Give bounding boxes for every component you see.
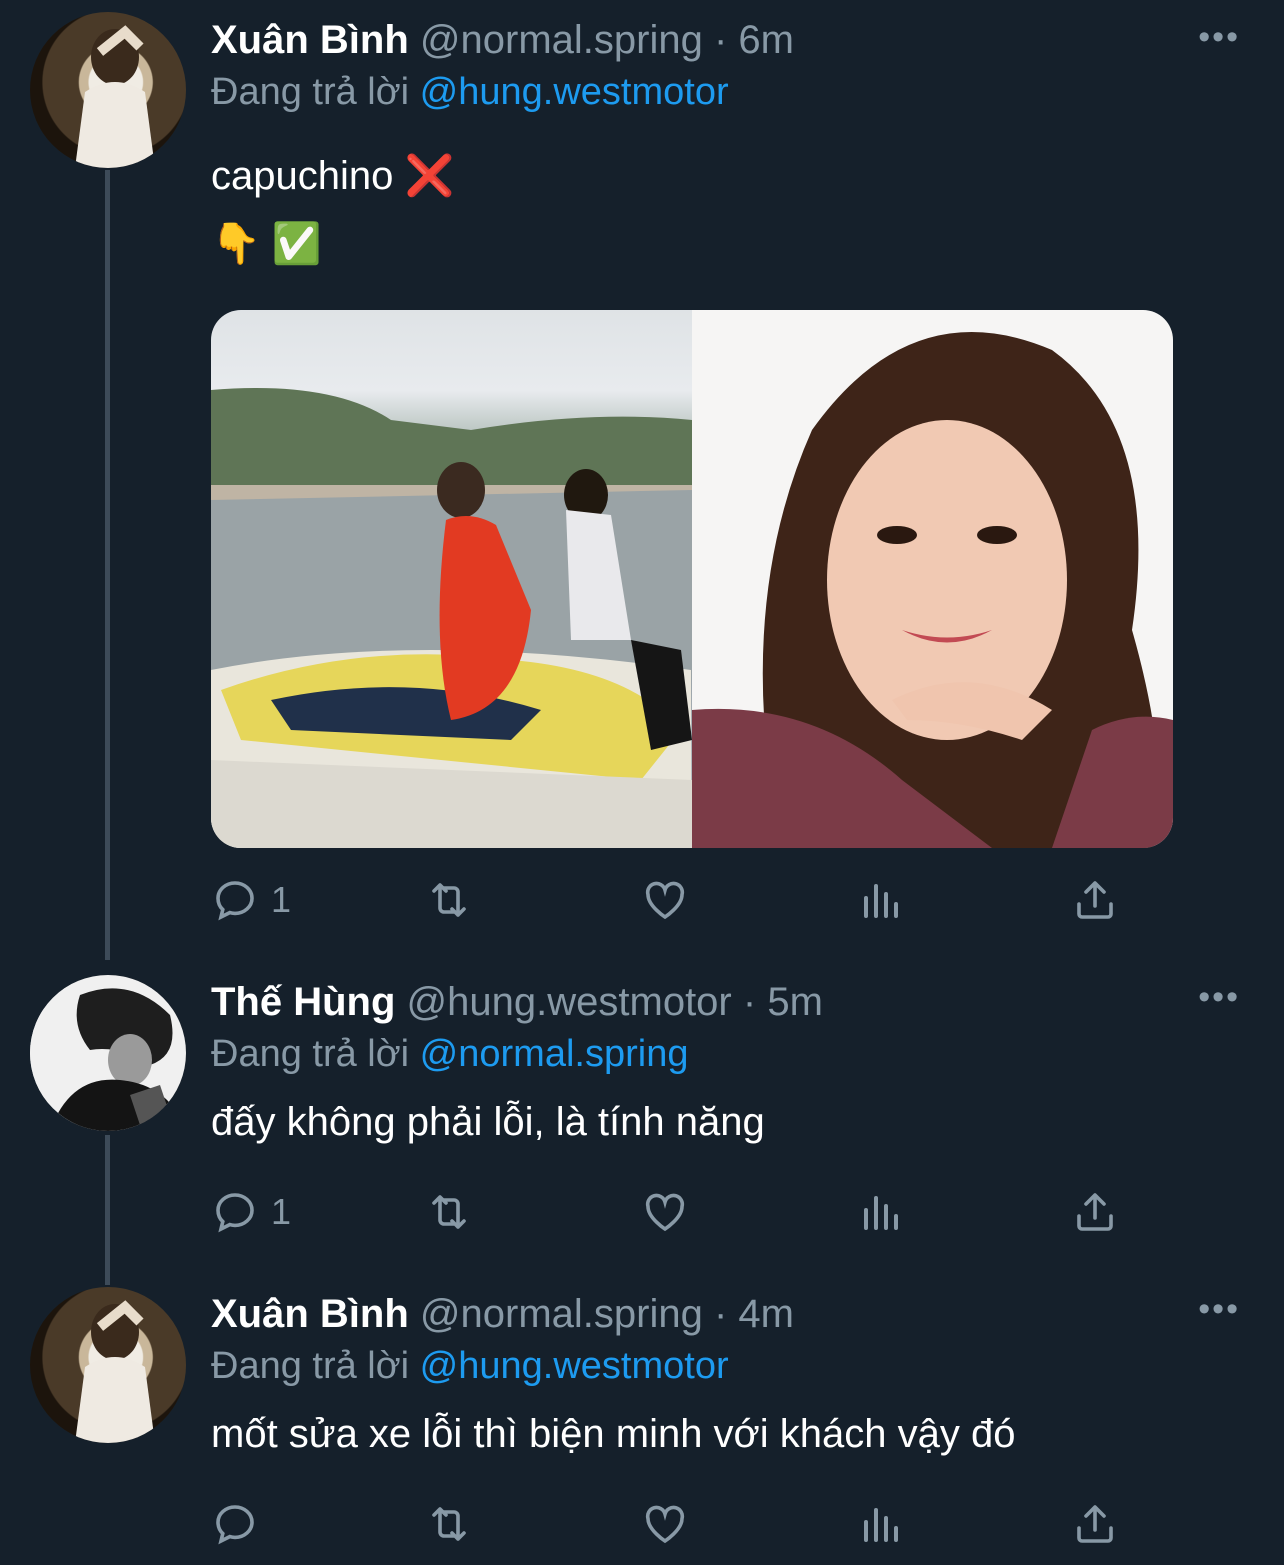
separator: ·	[713, 1292, 728, 1336]
share-button[interactable]	[1071, 870, 1119, 930]
share-icon	[1077, 1193, 1113, 1231]
replying-prefix: Đang trả lời	[211, 71, 410, 113]
avatar-photo	[30, 975, 186, 1131]
avatar-photo	[75, 1300, 155, 1443]
retweet-icon	[432, 1507, 466, 1541]
tweet-actions: 1	[211, 870, 1131, 930]
avatar[interactable]	[30, 12, 186, 168]
tweet[interactable]: ••• Thế Hùng @hung.westmotor · 5m Đang t…	[0, 960, 1284, 1260]
retweet-icon	[432, 1195, 466, 1229]
mention-link[interactable]: @normal.spring	[420, 1033, 689, 1075]
reply-button[interactable]	[211, 1494, 271, 1554]
analytics-button[interactable]	[856, 1182, 904, 1242]
username[interactable]: @normal.spring	[420, 1292, 703, 1336]
tweet-text-emoji: 👇 ✅	[211, 222, 322, 266]
tweet[interactable]: ••• Xuân Bình @normal.spring · 6m Đang t…	[0, 0, 1284, 950]
replying-prefix: Đang trả lời	[211, 1345, 410, 1387]
share-button[interactable]	[1071, 1182, 1119, 1242]
like-icon	[645, 1193, 685, 1232]
jetski-scene	[211, 388, 692, 848]
like-icon	[645, 881, 685, 920]
tweet[interactable]: ••• Xuân Bình @normal.spring · 4m Đang t…	[0, 1272, 1284, 1565]
analytics-button[interactable]	[856, 1494, 904, 1554]
analytics-icon	[864, 884, 898, 918]
replying-to: Đang trả lời @hung.westmotor	[211, 1340, 1244, 1392]
display-name[interactable]: Xuân Bình	[211, 18, 409, 62]
reply-icon	[216, 881, 254, 921]
photo-portrait[interactable]	[692, 310, 1173, 848]
retweet-button[interactable]	[425, 870, 473, 930]
reply-count: 1	[271, 879, 292, 920]
reply-icon	[216, 1193, 254, 1233]
reply-button[interactable]: 1	[211, 870, 291, 930]
avatar[interactable]	[30, 975, 186, 1131]
tweet-actions: 1	[211, 1182, 1131, 1242]
avatar[interactable]	[30, 1287, 186, 1443]
retweet-button[interactable]	[425, 1182, 473, 1242]
mention-link[interactable]: @hung.westmotor	[420, 71, 729, 113]
retweet-button[interactable]	[425, 1494, 473, 1554]
analytics-button[interactable]	[856, 870, 904, 930]
share-icon	[1077, 1505, 1113, 1543]
tweet-text: mốt sửa xe lỗi thì biện minh với khách v…	[211, 1412, 1016, 1456]
username[interactable]: @hung.westmotor	[407, 980, 732, 1024]
replying-prefix: Đang trả lời	[211, 1033, 410, 1075]
avatar-photo	[75, 25, 155, 168]
separator: ·	[742, 980, 757, 1024]
username[interactable]: @normal.spring	[420, 18, 703, 62]
reply-icon	[216, 1505, 254, 1545]
timestamp[interactable]: 4m	[738, 1292, 794, 1336]
share-button[interactable]	[1071, 1494, 1119, 1554]
tweet-header: Xuân Bình @normal.spring · 6m	[211, 14, 1244, 66]
tweet-text: capuchino ❌	[211, 154, 455, 198]
tweet-header: Xuân Bình @normal.spring · 4m	[211, 1288, 1244, 1340]
display-name[interactable]: Xuân Bình	[211, 1292, 409, 1336]
separator: ·	[713, 18, 728, 62]
mention-link[interactable]: @hung.westmotor	[420, 1345, 729, 1387]
display-name[interactable]: Thế Hùng	[211, 980, 395, 1024]
like-button[interactable]	[641, 870, 689, 930]
like-button[interactable]	[641, 1494, 689, 1554]
like-button[interactable]	[641, 1182, 689, 1242]
analytics-icon	[864, 1196, 898, 1230]
timestamp[interactable]: 5m	[767, 980, 823, 1024]
tweet-text: đấy không phải lỗi, là tính năng	[211, 1100, 765, 1144]
reply-count: 1	[271, 1191, 292, 1232]
analytics-icon	[864, 1508, 898, 1542]
tweet-actions	[211, 1494, 1131, 1554]
media-grid[interactable]	[211, 310, 1173, 848]
retweet-icon	[432, 883, 466, 917]
share-icon	[1077, 881, 1113, 919]
replying-to: Đang trả lời @hung.westmotor	[211, 66, 1244, 118]
tweet-header: Thế Hùng @hung.westmotor · 5m	[211, 976, 1244, 1028]
portrait-scene	[692, 332, 1173, 848]
photo-jetski[interactable]	[211, 310, 692, 848]
replying-to: Đang trả lời @normal.spring	[211, 1028, 1244, 1080]
like-icon	[645, 1505, 685, 1544]
timestamp[interactable]: 6m	[738, 18, 794, 62]
reply-button[interactable]: 1	[211, 1182, 291, 1242]
